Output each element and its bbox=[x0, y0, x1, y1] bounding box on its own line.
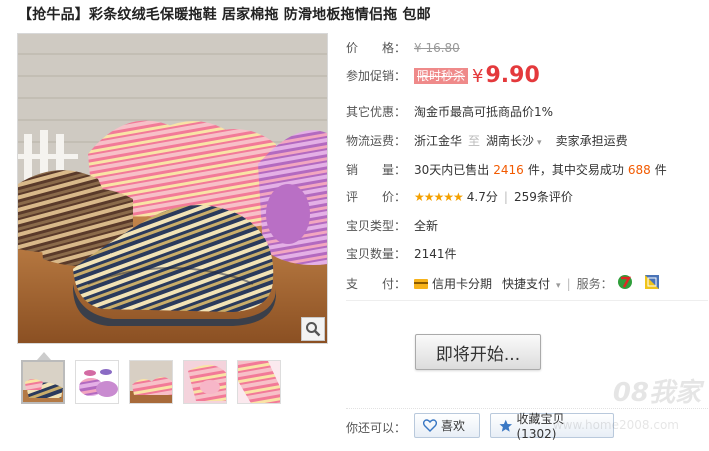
flash-sale-badge: 限时秒杀 bbox=[414, 67, 469, 84]
payment-label: 支 付： bbox=[346, 277, 407, 291]
shipping-row: 物流运费： 浙江金华 至 湖南长沙 ▾ 卖家承担运费 bbox=[346, 132, 628, 149]
sales-count: 2416 bbox=[493, 162, 524, 177]
actions-label: 你还可以： bbox=[346, 421, 407, 435]
type-value: 全新 bbox=[414, 219, 439, 233]
ship-from: 浙江金华 bbox=[414, 134, 463, 148]
magnifier-icon bbox=[306, 322, 321, 337]
type-label: 宝贝类型： bbox=[346, 219, 407, 233]
chevron-down-icon: ▾ bbox=[556, 281, 561, 291]
actions-row: 你还可以： bbox=[346, 419, 414, 436]
thumbnail-1[interactable] bbox=[21, 360, 65, 404]
like-button[interactable]: 喜欢 bbox=[414, 413, 480, 438]
like-label: 喜欢 bbox=[441, 419, 466, 433]
thumbnail-strip bbox=[21, 360, 281, 404]
credit-installment-link[interactable]: 信用卡分期 bbox=[432, 275, 492, 292]
buy-start-button[interactable]: 即将开始... bbox=[415, 334, 541, 370]
seven-day-return-icon[interactable] bbox=[617, 274, 633, 293]
other-discount-row: 其它优惠： 淘金币最高可抵商品价1% bbox=[346, 103, 553, 120]
product-main-image[interactable] bbox=[17, 33, 328, 344]
credit-card-icon bbox=[414, 278, 428, 289]
payment-row: 支 付： 信用卡分期 快捷支付 ▾ | 服务： bbox=[346, 274, 659, 293]
quick-pay-label: 快捷支付 bbox=[502, 277, 551, 291]
site-watermark: 08我家 bbox=[612, 378, 701, 408]
price-label: 价 格： bbox=[346, 41, 407, 55]
stock-label: 宝贝数量： bbox=[346, 247, 407, 261]
thumbnail-3[interactable] bbox=[129, 360, 173, 404]
type-row: 宝贝类型： 全新 bbox=[346, 217, 438, 234]
thumbnail-2[interactable] bbox=[75, 360, 119, 404]
sales-mid: 件，其中交易成功 bbox=[527, 163, 624, 177]
sales-prefix: 30天内已售出 bbox=[414, 163, 490, 177]
price-row: 价 格： ¥ 16.80 bbox=[346, 39, 460, 56]
service-label: 服务： bbox=[576, 277, 613, 291]
star-rating-icon: ★★★★★ bbox=[414, 189, 464, 204]
other-label: 其它优惠： bbox=[346, 105, 407, 119]
ship-to-value: 湖南长沙 bbox=[486, 134, 535, 148]
stock-row: 宝贝数量： 2141件 bbox=[346, 245, 457, 262]
stock-value: 2141件 bbox=[414, 247, 457, 261]
rating-score: 4.7分 bbox=[466, 190, 498, 204]
sales-label: 销 量： bbox=[346, 163, 407, 177]
other-discount-text[interactable]: 淘金币最高可抵商品价1% bbox=[414, 103, 553, 120]
rating-row: 评 价： ★★★★★ 4.7分 | 259条评价 bbox=[346, 188, 573, 205]
promo-row: 参加促销： 限时秒杀 ¥9.90 bbox=[346, 63, 540, 88]
shipping-divider: 至 bbox=[468, 134, 481, 148]
promo-price: ¥9.90 bbox=[472, 63, 540, 88]
rating-label: 评 价： bbox=[346, 190, 407, 204]
sales-suffix: 件 bbox=[654, 163, 667, 177]
thumb-indicator bbox=[37, 352, 51, 360]
heart-icon bbox=[423, 419, 437, 432]
chevron-down-icon: ▾ bbox=[537, 138, 542, 148]
quick-pay-dropdown[interactable]: 快捷支付 ▾ bbox=[502, 275, 561, 292]
product-title: 【抢牛品】彩条纹绒毛保暖拖鞋 居家棉拖 防滑地板拖情侣拖 包邮 bbox=[18, 7, 431, 23]
promo-label: 参加促销： bbox=[346, 69, 407, 83]
reviews-link[interactable]: 259条评价 bbox=[514, 188, 573, 205]
original-price: ¥ 16.80 bbox=[414, 40, 460, 55]
divider bbox=[346, 300, 708, 301]
slipper-photo bbox=[18, 34, 327, 343]
zoom-button[interactable] bbox=[301, 317, 325, 341]
sales-row: 销 量： 30天内已售出 2416 件，其中交易成功 688 件 bbox=[346, 161, 667, 178]
ship-to-dropdown[interactable]: 湖南长沙 ▾ bbox=[486, 132, 542, 149]
currency-symbol: ¥ bbox=[472, 66, 484, 87]
shipping-fee: 卖家承担运费 bbox=[555, 134, 628, 148]
promo-price-value: 9.90 bbox=[485, 63, 540, 88]
success-count: 688 bbox=[627, 162, 651, 177]
thumbnail-5[interactable] bbox=[237, 360, 281, 404]
site-watermark-url: www.home2008.com bbox=[552, 418, 679, 432]
thumbnail-4[interactable] bbox=[183, 360, 227, 404]
shipping-label: 物流运费： bbox=[346, 134, 407, 148]
star-icon bbox=[499, 419, 513, 432]
guarantee-icon[interactable] bbox=[644, 275, 659, 292]
